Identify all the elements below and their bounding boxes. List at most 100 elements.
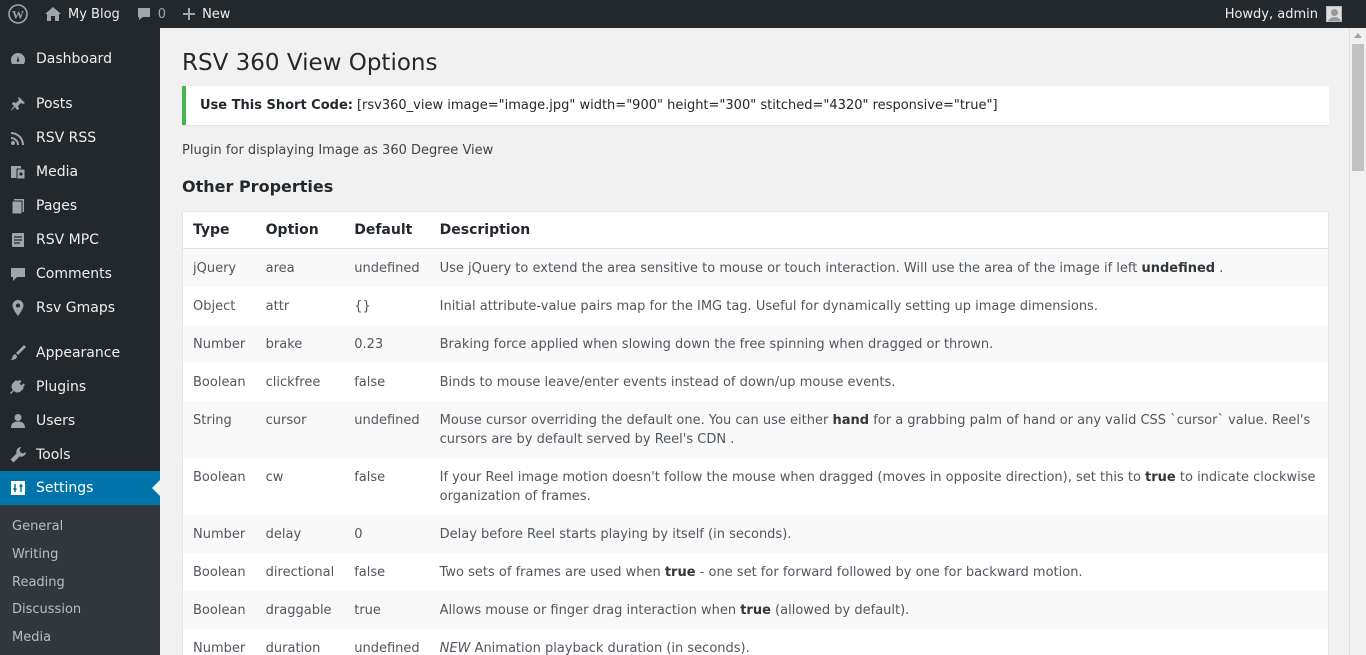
cell-type: Number [193, 641, 246, 655]
menu-label: Pages [36, 198, 78, 214]
menu-item-rsv-mpc[interactable]: RSV MPC [0, 223, 160, 257]
menu-label: RSV MPC [36, 232, 99, 248]
plug-icon [0, 378, 36, 396]
cell-description: If your Reel image motion doesn't follow… [430, 458, 1329, 515]
cell-type: jQuery [182, 248, 256, 287]
description-text: . [1215, 261, 1224, 276]
menu-item-tools[interactable]: Tools [0, 438, 160, 472]
menu-label: Settings [36, 480, 94, 496]
home-icon [44, 6, 62, 22]
document-icon [0, 231, 36, 249]
cell-default: false [354, 375, 386, 390]
table-row: Object attr {} Initial attribute-value pair… [183, 287, 1329, 325]
menu-label: Dashboard [36, 51, 112, 67]
howdy-label: Howdy, admin [1224, 6, 1318, 22]
table-row: Boolean draggable true Allows mouse or fing… [182, 591, 1329, 629]
menu-item-plugins[interactable]: Plugins [0, 370, 160, 404]
cell-description: Braking force applied when slowing down … [429, 325, 1329, 363]
cell-default: true [344, 591, 430, 629]
page-scrollbar[interactable] [1349, 28, 1366, 655]
description-text: undefined [1141, 261, 1216, 276]
cell-type: Boolean [182, 591, 256, 629]
cell-description: NEW Animation playback duration (in seco… [430, 629, 1329, 655]
scroll-thumb[interactable] [1352, 44, 1364, 171]
site-name-link[interactable]: My Blog [36, 0, 128, 28]
menu-label: Plugins [36, 379, 87, 395]
cell-type: Boolean [193, 375, 246, 390]
column-header: Option [255, 211, 345, 249]
description-text: hand [832, 413, 870, 428]
new-content-button[interactable]: New [174, 0, 238, 28]
menu-item-rsv-rss[interactable]: RSV RSS [0, 121, 160, 155]
menu-item-settings[interactable]: Settings [0, 471, 160, 505]
cell-description: Binds to mouse leave/enter events instea… [430, 363, 1329, 401]
cell-option: duration [265, 641, 321, 655]
my-account-menu[interactable]: Howdy, admin [1217, 0, 1366, 28]
menu-label: Media [36, 164, 79, 180]
scroll-up-arrow-icon[interactable] [1354, 33, 1362, 38]
table-header-row: Type Option Default Description [182, 211, 1329, 249]
pages-icon [0, 197, 36, 215]
submenu-general[interactable]: General [12, 519, 63, 534]
main-content: RSV 360 View Options Use This Short Code… [160, 28, 1348, 655]
avatar [1326, 6, 1342, 22]
submenu-media[interactable]: Media [12, 630, 51, 645]
cell-default: false [354, 565, 386, 580]
cell-type: Number [182, 325, 256, 363]
menu-label: RSV RSS [36, 130, 97, 146]
cell-default: undefined [344, 248, 430, 287]
menu-item-users[interactable]: Users [0, 404, 160, 438]
submenu-discussion[interactable]: Discussion [12, 602, 81, 617]
description-text: Allows mouse or finger drag interaction … [439, 603, 741, 618]
menu-item-comments[interactable]: Comments [0, 257, 160, 291]
table-row: Boolean clickfree false Binds to mouse leav… [183, 363, 1329, 401]
wordpress-logo-icon: W [8, 4, 28, 24]
site-name-label: My Blog [68, 6, 120, 22]
menu-item-pages[interactable]: Pages [0, 189, 160, 223]
svg-text:W: W [12, 8, 24, 22]
location-pin-icon [0, 299, 36, 317]
rss-icon [0, 129, 36, 147]
wrench-icon [0, 446, 36, 464]
column-header: Description [429, 211, 1329, 249]
cell-type: Boolean [193, 470, 246, 485]
submenu-reading[interactable]: Reading [12, 575, 65, 590]
menu-item-posts[interactable]: Posts [0, 87, 160, 121]
description-text: Braking force applied when slowing down … [439, 337, 994, 352]
cell-default: 0.23 [344, 325, 430, 363]
cell-default: undefined [354, 641, 420, 655]
menu-label: Users [36, 413, 76, 429]
wordpress-logo-button[interactable]: W [0, 0, 36, 28]
menu-item-rsv-gmaps[interactable]: Rsv Gmaps [0, 291, 160, 325]
menu-item-appearance[interactable]: Appearance [0, 336, 160, 370]
cell-type: Number [182, 515, 256, 553]
comments-link[interactable]: 0 [128, 0, 174, 28]
cell-default: 0 [344, 515, 430, 553]
pushpin-icon [0, 95, 36, 113]
description-text: Initial attribute-value pairs map for th… [439, 299, 1098, 314]
description-text: If your Reel image motion doesn't follow… [439, 470, 1146, 485]
cell-default: false [354, 470, 386, 485]
cell-type: String [182, 401, 256, 458]
description-text: true [664, 565, 696, 580]
description-text: NEW [439, 641, 471, 655]
cell-default: {} [354, 299, 371, 314]
cell-option: clickfree [265, 375, 321, 390]
cell-option: brake [255, 325, 345, 363]
page-title: RSV 360 View Options [182, 50, 438, 76]
cell-option: cw [265, 470, 284, 485]
properties-table: Type Option Default Description jQuery ar… [182, 211, 1329, 655]
comment-icon [0, 265, 36, 283]
menu-item-media[interactable]: Media [0, 155, 160, 189]
submenu-writing[interactable]: Writing [12, 547, 58, 562]
cell-description: Initial attribute-value pairs map for th… [430, 287, 1329, 325]
new-label: New [202, 6, 231, 22]
table-row: Number brake 0.23 Braking force applied whe… [182, 325, 1329, 363]
shortcode-notice: Use This Short Code: [rsv360_view image=… [182, 86, 1329, 125]
column-header: Default [344, 211, 430, 249]
cell-type: Object [193, 299, 236, 314]
cell-option: cursor [255, 401, 345, 458]
media-icon [0, 163, 36, 181]
menu-label: Posts [36, 96, 73, 112]
menu-item-dashboard[interactable]: Dashboard [0, 42, 160, 76]
